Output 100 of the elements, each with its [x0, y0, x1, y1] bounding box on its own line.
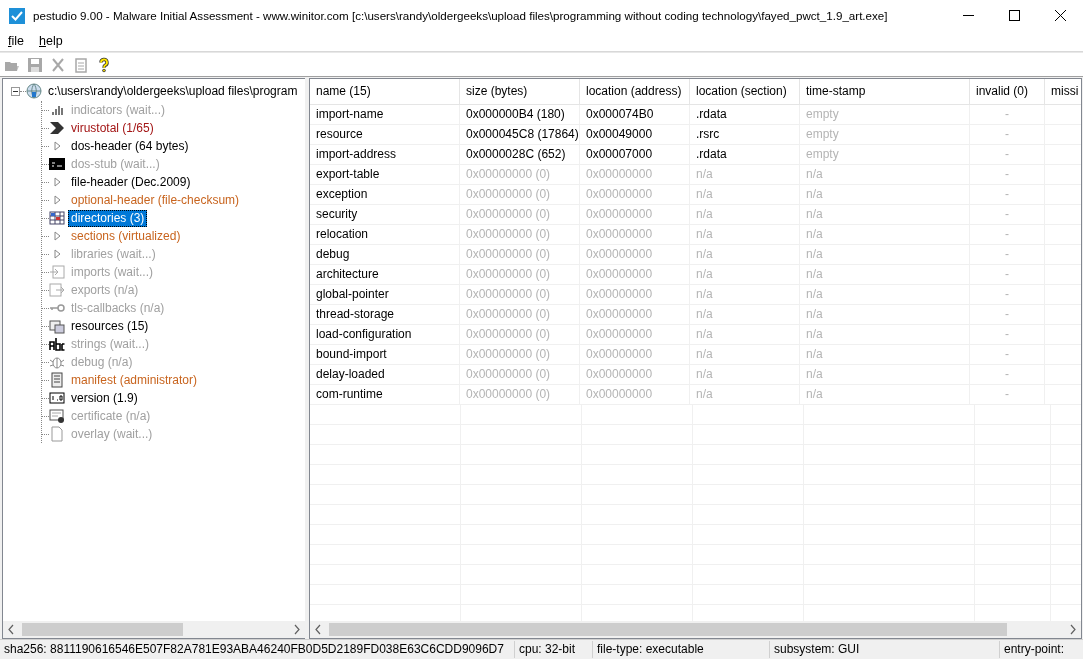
table-cell: 0x0000028C (652) — [460, 145, 580, 164]
table-cell: n/a — [690, 305, 800, 324]
column-header[interactable]: time-stamp — [800, 79, 970, 104]
page-icon — [49, 426, 65, 442]
table-cell: debug — [310, 245, 460, 264]
table-cell: 0x00000000 — [580, 385, 690, 404]
scrollbar-thumb[interactable] — [329, 623, 1008, 636]
table-cell: bound-import — [310, 345, 460, 364]
tree-item[interactable]: virustotal (1/65) — [68, 119, 157, 137]
table-cell: n/a — [690, 245, 800, 264]
table-cell: n/a — [690, 225, 800, 244]
table-cell: global-pointer — [310, 285, 460, 304]
table-cell: n/a — [690, 205, 800, 224]
close-icon[interactable] — [1054, 10, 1066, 21]
table-cell: - — [970, 265, 1045, 284]
table-cell: - — [970, 245, 1045, 264]
table-cell: n/a — [800, 285, 970, 304]
tree-item[interactable]: manifest (administrator) — [68, 371, 201, 389]
table-cell: import-name — [310, 105, 460, 124]
table-cell: 0x00000000 — [580, 165, 690, 184]
menu-item[interactable]: help — [31, 34, 70, 48]
table-cell: 0x00000000 (0) — [460, 265, 580, 284]
table-cell: 0x000045C8 (17864) — [460, 125, 580, 144]
table-cell: n/a — [800, 305, 970, 324]
table-cell: load-configuration — [310, 325, 460, 344]
column-header[interactable]: location (section) — [690, 79, 800, 104]
collapse-icon[interactable] — [11, 86, 20, 96]
chevron-block-icon — [49, 120, 65, 136]
table-cell: exception — [310, 185, 460, 204]
table-cell: 0x00000000 — [580, 325, 690, 344]
status-field: file-type: executable — [593, 641, 770, 658]
table-cell: n/a — [690, 385, 800, 404]
column-header[interactable]: missi — [1045, 79, 1081, 104]
table-cell: empty — [800, 125, 970, 144]
table-cell: n/a — [690, 365, 800, 384]
column-header[interactable]: location (address) — [580, 79, 690, 104]
table-cell: - — [970, 145, 1045, 164]
table-cell: architecture — [310, 265, 460, 284]
table-cell: 0x00000000 (0) — [460, 305, 580, 324]
minimize-icon[interactable] — [962, 15, 974, 16]
export-icon — [49, 282, 65, 298]
table-cell: - — [970, 365, 1045, 384]
column-header[interactable]: invalid (0) — [970, 79, 1045, 104]
table-cell: import-address — [310, 145, 460, 164]
table-cell: 0x00000000 (0) — [460, 245, 580, 264]
table-cell: security — [310, 205, 460, 224]
table-cell: delay-loaded — [310, 365, 460, 384]
table-cell: 0x00000000 — [580, 265, 690, 284]
table-cell: - — [970, 205, 1045, 224]
table-cell: 0x00000000 (0) — [460, 325, 580, 344]
tree-item[interactable]: sections (virtualized) — [68, 227, 184, 245]
table-cell: relocation — [310, 225, 460, 244]
globe-icon — [26, 83, 42, 99]
table-cell: n/a — [690, 325, 800, 344]
table-cell: n/a — [690, 185, 800, 204]
table-cell: 0x00000000 (0) — [460, 205, 580, 224]
tree-item[interactable]: resources (15) — [68, 317, 152, 335]
table-cell: 0x00007000 — [580, 145, 690, 164]
table-cell: com-runtime — [310, 385, 460, 404]
table-cell: - — [970, 305, 1045, 324]
tree-item[interactable]: optional-header (file-checksum) — [68, 191, 243, 209]
app-icon — [9, 7, 25, 24]
table-cell: - — [970, 185, 1045, 204]
tree-item[interactable]: directories (3) — [68, 209, 148, 227]
maximize-icon[interactable] — [1008, 10, 1020, 21]
window-title: pestudio 9.00 - Malware Initial Assessment - www.winitor.com [c:\users\randy\oldergeeks\upload files\programming without coding technology\fayed_pwct_1.9_art.exe] — [33, 9, 889, 22]
table-cell: n/a — [690, 345, 800, 364]
table-cell: - — [970, 165, 1045, 184]
table-cell: n/a — [800, 245, 970, 264]
bug-icon — [49, 354, 65, 370]
table-cell: 0x00000000 — [580, 365, 690, 384]
table-cell: 0x00000000 — [580, 345, 690, 364]
console-icon — [49, 156, 65, 172]
table-cell: 0x00000000 (0) — [460, 345, 580, 364]
scrollbar-thumb[interactable] — [22, 623, 183, 636]
help-icon[interactable] — [96, 57, 112, 73]
table-cell: n/a — [690, 165, 800, 184]
tree-root-label[interactable]: c:\users\randy\oldergeeks\upload files\program — [45, 82, 301, 100]
table-cell: 0x00000000 — [580, 245, 690, 264]
status-field: entry-point: — [1000, 641, 1069, 658]
table-cell: n/a — [690, 285, 800, 304]
table-cell: - — [970, 285, 1045, 304]
certificate-icon — [49, 408, 65, 424]
table-cell: n/a — [800, 185, 970, 204]
table-cell: 0x00000000 (0) — [460, 165, 580, 184]
table-cell: - — [970, 345, 1045, 364]
table-cell: 0x00000000 — [580, 285, 690, 304]
tree-item[interactable]: file-header (Dec.2009) — [68, 173, 194, 191]
tree-item[interactable]: dos-header (64 bytes) — [68, 137, 192, 155]
table-cell: 0x000000B4 (180) — [460, 105, 580, 124]
table-cell: 0x00000000 (0) — [460, 385, 580, 404]
table-cell: 0x00000000 (0) — [460, 285, 580, 304]
column-header[interactable]: size (bytes) — [460, 79, 580, 104]
menu-item[interactable]: file — [0, 34, 31, 48]
tree-item[interactable]: version (1.9) — [68, 389, 141, 407]
version-icon — [49, 390, 65, 406]
table-cell: n/a — [800, 345, 970, 364]
column-header[interactable]: name (15) — [310, 79, 460, 104]
table-cell: - — [970, 125, 1045, 144]
table-cell: - — [970, 385, 1045, 404]
